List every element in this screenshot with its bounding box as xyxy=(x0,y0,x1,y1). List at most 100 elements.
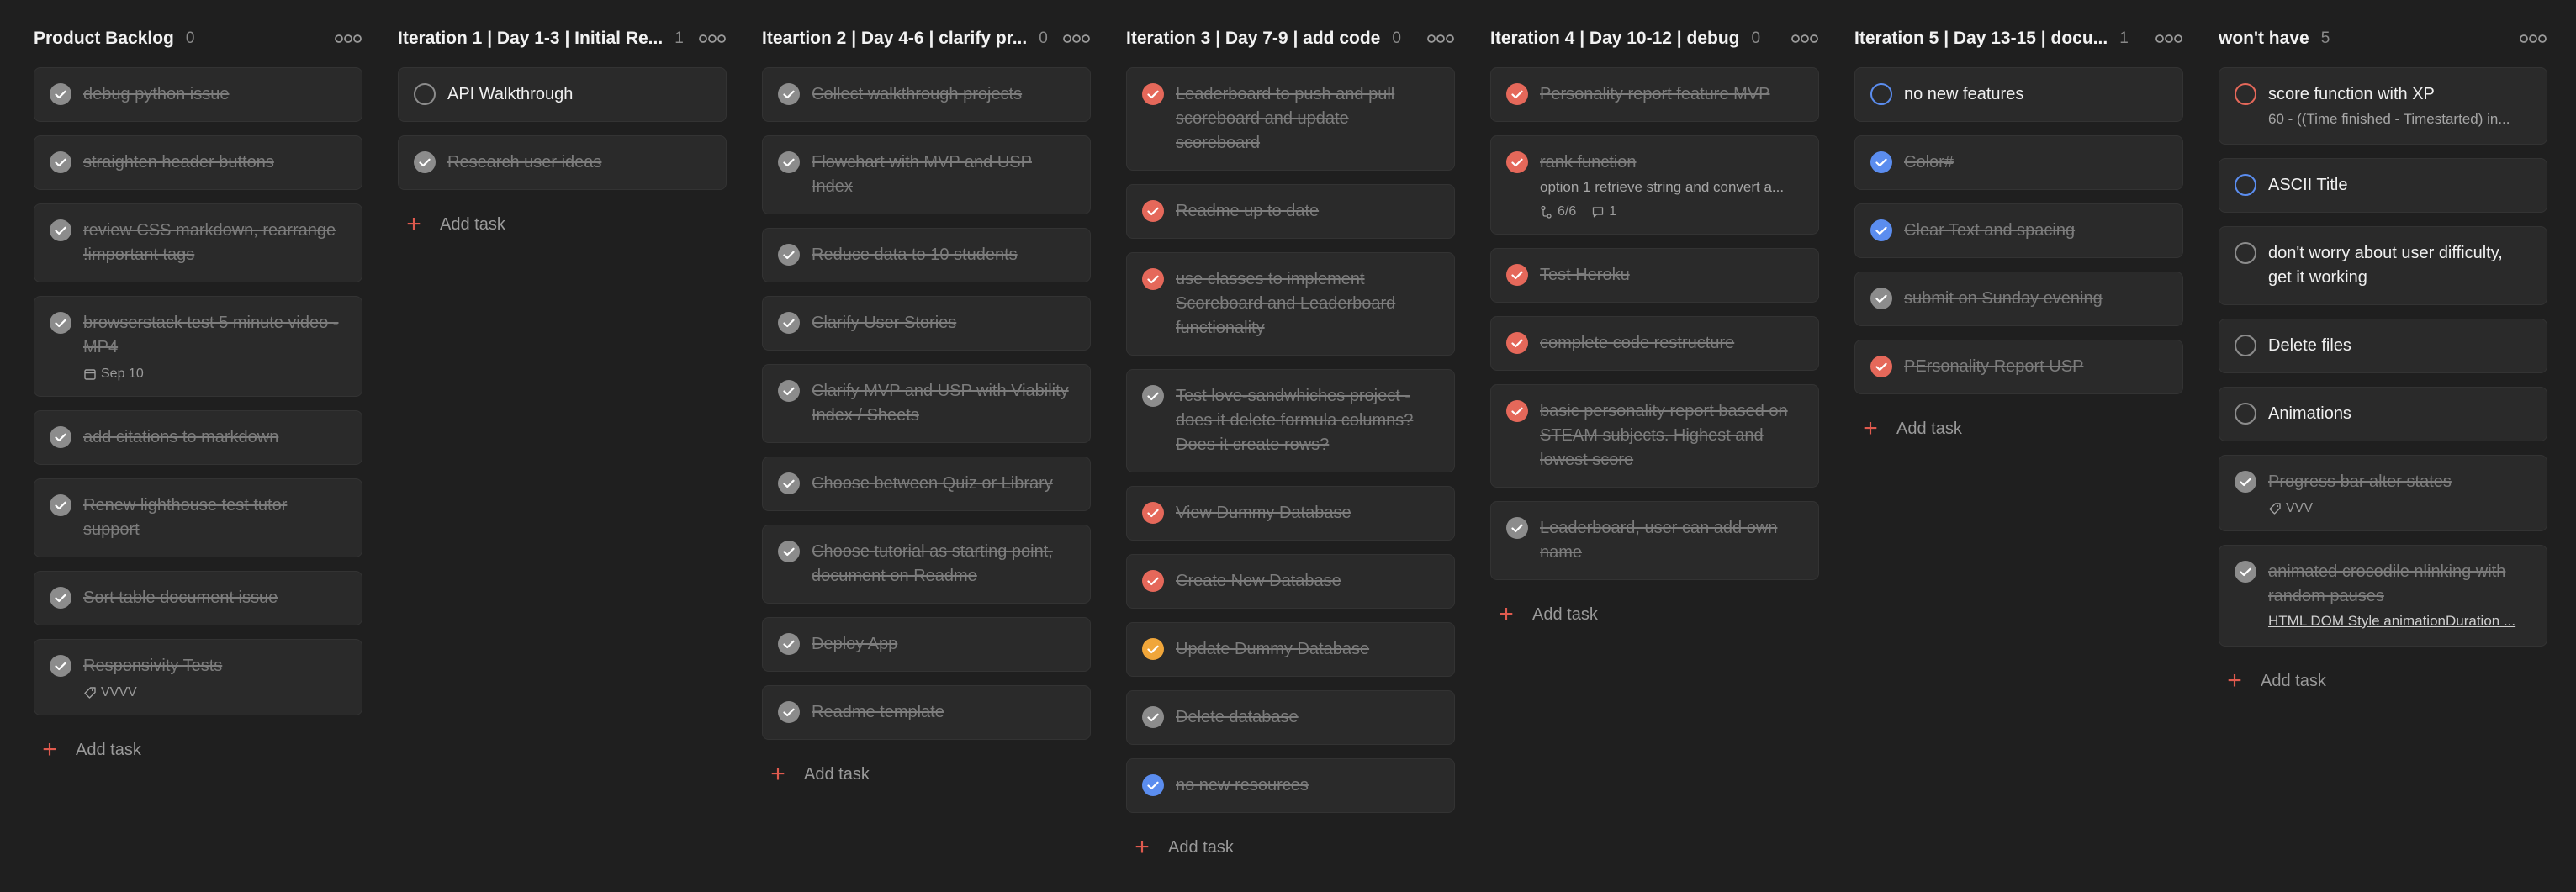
checked-checkbox-icon[interactable] xyxy=(50,219,71,241)
task-card[interactable]: basic personality report based on STEAM … xyxy=(1490,384,1819,488)
task-card[interactable]: Deploy App xyxy=(762,617,1091,672)
task-card[interactable]: Color# xyxy=(1854,135,2183,190)
checked-checkbox-icon[interactable] xyxy=(1506,332,1528,354)
checked-checkbox-icon[interactable] xyxy=(778,380,800,402)
checked-checkbox-icon[interactable] xyxy=(1870,151,1892,173)
checked-checkbox-icon[interactable] xyxy=(50,83,71,105)
task-card[interactable]: add citations to markdown xyxy=(34,410,362,465)
task-card[interactable]: debug python issue xyxy=(34,67,362,122)
task-card[interactable]: browserstack test 5 minute video - MP4 Se… xyxy=(34,296,362,397)
checked-checkbox-icon[interactable] xyxy=(1142,570,1164,592)
task-card[interactable]: Test Heroku xyxy=(1490,248,1819,303)
checked-checkbox-icon[interactable] xyxy=(50,655,71,677)
task-card[interactable]: Choose tutorial as starting point, docum… xyxy=(762,525,1091,604)
checked-checkbox-icon[interactable] xyxy=(778,541,800,562)
task-description-link[interactable]: HTML DOM Style animationDuration ... xyxy=(2268,611,2530,631)
add-task-button[interactable]: + Add task xyxy=(1854,414,2183,443)
checked-checkbox-icon[interactable] xyxy=(1506,517,1528,539)
checked-checkbox-icon[interactable] xyxy=(2235,471,2256,493)
task-card[interactable]: rank function option 1 retrieve string an… xyxy=(1490,135,1819,235)
more-options-icon[interactable] xyxy=(2519,30,2547,47)
checked-checkbox-icon[interactable] xyxy=(414,151,436,173)
more-options-icon[interactable] xyxy=(1791,30,1819,47)
checked-checkbox-icon[interactable] xyxy=(1142,200,1164,222)
task-card[interactable]: PErsonality Report USP xyxy=(1854,340,2183,394)
add-task-button[interactable]: + Add task xyxy=(762,760,1091,789)
checked-checkbox-icon[interactable] xyxy=(1506,264,1528,286)
add-task-button[interactable]: + Add task xyxy=(2219,667,2547,695)
task-card[interactable]: Collect walkthrough projects xyxy=(762,67,1091,122)
more-options-icon[interactable] xyxy=(1062,30,1091,47)
task-card[interactable]: Leaderboard to push and pull scoreboard … xyxy=(1126,67,1455,171)
checked-checkbox-icon[interactable] xyxy=(50,426,71,448)
task-card[interactable]: Delete database xyxy=(1126,690,1455,745)
task-card[interactable]: Progress bar alter states VVV xyxy=(2219,455,2547,531)
task-card[interactable]: no new resources xyxy=(1126,758,1455,813)
task-card[interactable]: straighten header buttons xyxy=(34,135,362,190)
task-card[interactable]: Responsivity Tests VVVV xyxy=(34,639,362,715)
checkbox-icon[interactable] xyxy=(2235,174,2256,196)
task-card[interactable]: Renew lighthouse test tutor support xyxy=(34,478,362,557)
checked-checkbox-icon[interactable] xyxy=(50,494,71,516)
more-options-icon[interactable] xyxy=(2155,30,2183,47)
task-card[interactable]: Delete files xyxy=(2219,319,2547,373)
checked-checkbox-icon[interactable] xyxy=(778,312,800,334)
checked-checkbox-icon[interactable] xyxy=(1870,356,1892,377)
more-options-icon[interactable] xyxy=(698,30,727,47)
checked-checkbox-icon[interactable] xyxy=(778,472,800,494)
checked-checkbox-icon[interactable] xyxy=(1142,385,1164,407)
task-card[interactable]: animated crocodile nlinking with random … xyxy=(2219,545,2547,647)
task-card[interactable]: ASCII Title xyxy=(2219,158,2547,213)
more-options-icon[interactable] xyxy=(334,30,362,47)
more-options-icon[interactable] xyxy=(1426,30,1455,47)
checkbox-icon[interactable] xyxy=(2235,403,2256,425)
checkbox-icon[interactable] xyxy=(1870,83,1892,105)
checked-checkbox-icon[interactable] xyxy=(2235,561,2256,583)
checkbox-icon[interactable] xyxy=(2235,83,2256,105)
add-task-button[interactable]: + Add task xyxy=(398,210,727,239)
checked-checkbox-icon[interactable] xyxy=(1870,219,1892,241)
task-card[interactable]: Research user ideas xyxy=(398,135,727,190)
task-card[interactable]: Choose between Quiz or Library xyxy=(762,457,1091,511)
checkbox-icon[interactable] xyxy=(2235,335,2256,356)
checked-checkbox-icon[interactable] xyxy=(1506,83,1528,105)
task-card[interactable]: no new features xyxy=(1854,67,2183,122)
checkbox-icon[interactable] xyxy=(2235,242,2256,264)
task-card[interactable]: Personality report feature MVP xyxy=(1490,67,1819,122)
checked-checkbox-icon[interactable] xyxy=(778,701,800,723)
checked-checkbox-icon[interactable] xyxy=(1142,638,1164,660)
task-card[interactable]: submit on Sunday evening xyxy=(1854,272,2183,326)
checkbox-icon[interactable] xyxy=(414,83,436,105)
task-card[interactable]: complete code restructure xyxy=(1490,316,1819,371)
task-card[interactable]: API Walkthrough xyxy=(398,67,727,122)
task-card[interactable]: Leaderboard, user can add own name xyxy=(1490,501,1819,580)
checked-checkbox-icon[interactable] xyxy=(50,312,71,334)
add-task-button[interactable]: + Add task xyxy=(1126,833,1455,862)
task-card[interactable]: Clarify User Stories xyxy=(762,296,1091,351)
checked-checkbox-icon[interactable] xyxy=(778,151,800,173)
add-task-button[interactable]: + Add task xyxy=(34,736,362,764)
task-card[interactable]: Update Dummy Database xyxy=(1126,622,1455,677)
task-card[interactable]: review CSS markdown, rearrange !importan… xyxy=(34,203,362,282)
task-card[interactable]: Sort table document issue xyxy=(34,571,362,625)
checked-checkbox-icon[interactable] xyxy=(1506,400,1528,422)
task-card[interactable]: Readme template xyxy=(762,685,1091,740)
checked-checkbox-icon[interactable] xyxy=(1870,288,1892,309)
task-card[interactable]: Readme up to date xyxy=(1126,184,1455,239)
task-card[interactable]: score function with XP 60 - ((Time finish… xyxy=(2219,67,2547,145)
checked-checkbox-icon[interactable] xyxy=(778,633,800,655)
checked-checkbox-icon[interactable] xyxy=(778,83,800,105)
task-card[interactable]: Flowchart with MVP and USP Index xyxy=(762,135,1091,214)
task-card[interactable]: Create New Database xyxy=(1126,554,1455,609)
checked-checkbox-icon[interactable] xyxy=(1142,83,1164,105)
task-card[interactable]: use classes to implement Scoreboard and … xyxy=(1126,252,1455,356)
checked-checkbox-icon[interactable] xyxy=(50,587,71,609)
checked-checkbox-icon[interactable] xyxy=(1142,268,1164,290)
checked-checkbox-icon[interactable] xyxy=(778,244,800,266)
task-card[interactable]: View Dummy Database xyxy=(1126,486,1455,541)
add-task-button[interactable]: + Add task xyxy=(1490,600,1819,629)
task-card[interactable]: Clear Text and spacing xyxy=(1854,203,2183,258)
task-card[interactable]: Animations xyxy=(2219,387,2547,441)
task-card[interactable]: Test love-sandwhiches project - does it … xyxy=(1126,369,1455,472)
checked-checkbox-icon[interactable] xyxy=(1142,774,1164,796)
